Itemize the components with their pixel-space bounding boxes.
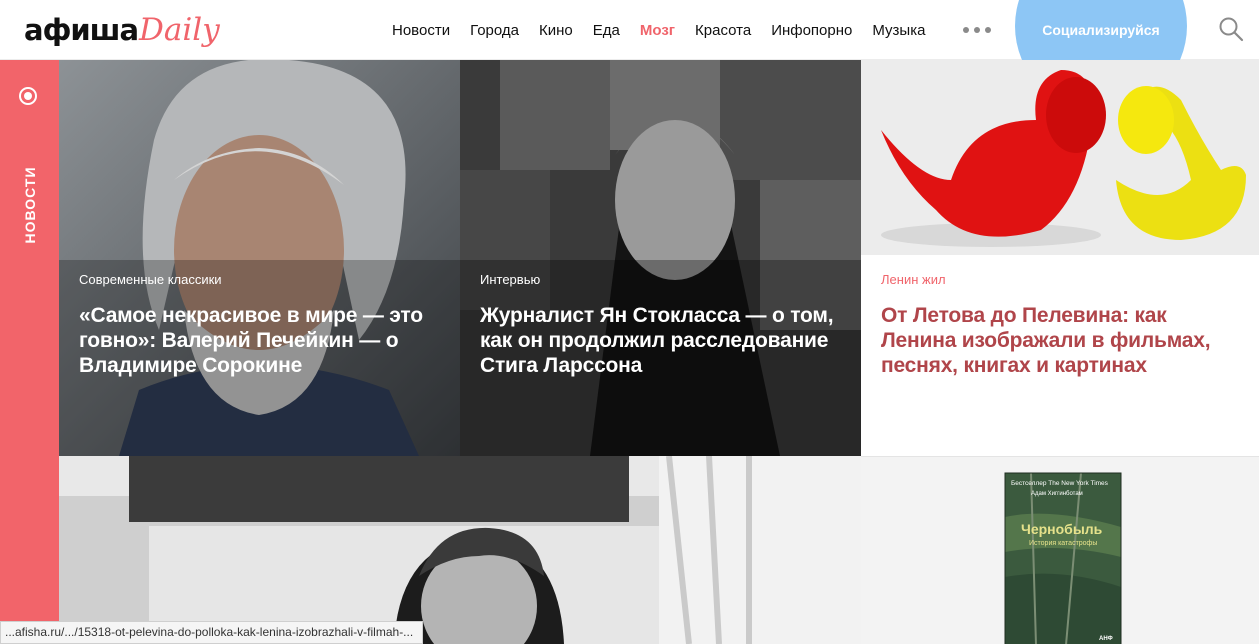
book-publisher: АНФ: [1099, 636, 1113, 642]
card-rubric[interactable]: Современные классики: [79, 272, 440, 287]
card-text: Современные классики «Самое некрасивое в…: [79, 272, 440, 378]
bw-photo: [59, 456, 861, 644]
browser-status-bar: ...afisha.ru/.../15318-ot-pelevina-do-po…: [0, 621, 423, 644]
dot: [985, 27, 991, 33]
book-subtitle: История катастрофы: [1029, 540, 1097, 547]
portrait-photo: [460, 60, 861, 456]
search-icon[interactable]: [1218, 16, 1244, 42]
nav-item-news[interactable]: Новости: [392, 22, 450, 39]
card-headline[interactable]: Журналист Ян Стокласса — о том, как он п…: [480, 303, 841, 378]
card-text: Ленин жил От Летова до Пелевина: как Лен…: [881, 272, 1239, 378]
book-promo-card[interactable]: Бестселлер The New York Times Адам Хигги…: [861, 456, 1259, 644]
nav-item-cities[interactable]: Города: [470, 22, 519, 39]
news-rail[interactable]: НОВОСТИ: [0, 60, 59, 644]
nav-item-infoporn[interactable]: Инфопорно: [771, 22, 852, 39]
card-headline[interactable]: От Летова до Пелевина: как Ленина изобра…: [881, 303, 1239, 378]
nav-item-cinema[interactable]: Кино: [539, 22, 573, 39]
dot: [974, 27, 980, 33]
nav-item-brain[interactable]: Мозг: [640, 22, 675, 39]
book-top-line: Бестселлер The New York Times: [1011, 480, 1109, 487]
article-card-lenin[interactable]: Ленин жил От Летова до Пелевина: как Лен…: [861, 60, 1259, 456]
news-rail-label: НОВОСТИ: [22, 166, 38, 244]
article-card-stoklassa[interactable]: Интервью Журналист Ян Стокласса — о том,…: [460, 60, 861, 456]
live-dot-icon: [19, 87, 37, 105]
card-text: Интервью Журналист Ян Стокласса — о том,…: [480, 272, 841, 378]
more-menu-icon[interactable]: [963, 27, 991, 33]
card-rubric[interactable]: Ленин жил: [881, 272, 1239, 287]
nav-item-food[interactable]: Еда: [593, 22, 620, 39]
afisha-daily-logo[interactable]: афиша Daily: [24, 8, 220, 52]
article-card-pecheikin[interactable]: Современные классики «Самое некрасивое в…: [59, 60, 460, 456]
nav-item-music[interactable]: Музыка: [872, 22, 925, 39]
book-title: Чернобыль: [1021, 521, 1103, 537]
portrait-photo: [59, 60, 460, 456]
card-rubric[interactable]: Интервью: [480, 272, 841, 287]
card-headline[interactable]: «Самое некрасивое в мире — это говно»: В…: [79, 303, 440, 378]
article-card-photo-bottom[interactable]: [59, 456, 861, 644]
socialize-button-label[interactable]: Социализируйся: [1015, 20, 1187, 40]
logo-daily-text: Daily: [139, 12, 220, 48]
lenin-figurines-photo: [861, 60, 1259, 255]
main-nav: Новости Города Кино Еда Мозг Красота Инф…: [392, 0, 945, 60]
logo-afisha-text: афиша: [24, 13, 139, 47]
dot: [963, 27, 969, 33]
nav-item-beauty[interactable]: Красота: [695, 22, 751, 39]
book-author: Адам Хиггинботам: [1031, 491, 1083, 497]
chernobyl-book-cover: Бестселлер The New York Times Адам Хигги…: [1004, 472, 1122, 644]
